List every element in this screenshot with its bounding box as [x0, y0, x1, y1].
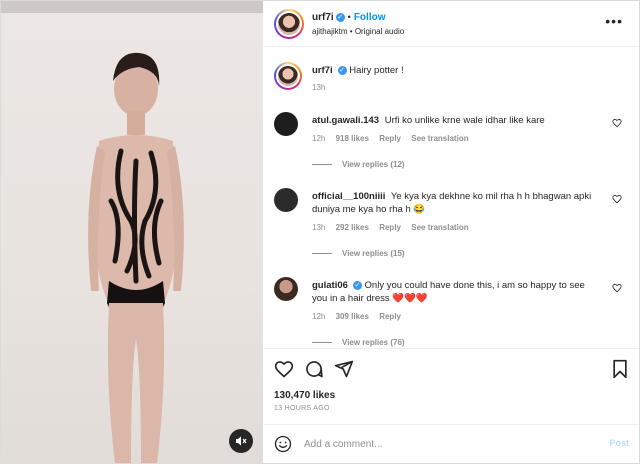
comment-item: official__100niiii Ye kya kya dekhne ko … [274, 188, 624, 238]
view-replies-label: View replies (15) [342, 249, 405, 258]
action-bar [264, 348, 639, 384]
comment-text: Urfi ko unlike krne wale idhar like kare [384, 115, 545, 126]
comment-username[interactable]: official__100niiii [312, 191, 385, 202]
verified-icon: ✓ [335, 13, 345, 23]
comment-time: 12h [312, 312, 326, 321]
paper-plane-icon[interactable] [334, 359, 354, 379]
view-replies-button[interactable]: View replies (76) [312, 338, 405, 347]
comment-time: 13h [312, 223, 326, 232]
speaker-muted-icon [236, 436, 247, 446]
caption-text: Hairy potter ! [349, 65, 404, 76]
caption-time: 13h [312, 83, 326, 92]
like-comment-icon[interactable] [612, 283, 622, 293]
post-photo [88, 52, 184, 463]
reply-button[interactable]: Reply [379, 223, 401, 232]
commenter-avatar[interactable] [274, 188, 298, 212]
heart-icon[interactable] [274, 359, 294, 379]
header-line: urf7i ✓ • Follow [312, 12, 386, 23]
caption: urf7i ✓ Hairy potter ! 13h [274, 62, 624, 102]
like-comment-icon[interactable] [612, 118, 622, 128]
reply-button[interactable]: Reply [379, 312, 401, 321]
more-options-icon[interactable]: ••• [605, 14, 623, 28]
see-translation-button[interactable]: See translation [411, 134, 468, 143]
audio-line[interactable]: ajithajiktm • Original audio [312, 27, 404, 36]
comment-item: atul.gawali.143 Urfi ko unlike krne wale… [274, 112, 624, 152]
comment-username[interactable]: atul.gawali.143 [312, 115, 379, 126]
commenter-avatar[interactable] [274, 277, 298, 301]
see-translation-button[interactable]: See translation [411, 223, 468, 232]
add-comment-input[interactable] [304, 436, 584, 452]
smiley-icon[interactable] [274, 435, 292, 453]
bookmark-icon[interactable] [611, 359, 629, 379]
comment-username[interactable]: gulati06 [312, 280, 348, 291]
comment-item: gulati06 ✓ Only you could have done this,… [274, 277, 624, 327]
view-replies-button[interactable]: View replies (15) [312, 249, 405, 258]
follow-button[interactable]: Follow [354, 12, 386, 23]
comment-icon[interactable] [304, 359, 324, 379]
mute-button[interactable] [229, 429, 253, 453]
comment-likes[interactable]: 918 likes [336, 134, 369, 143]
view-replies-label: View replies (12) [342, 160, 405, 169]
view-replies-label: View replies (76) [342, 338, 405, 347]
separator-dot: • [347, 12, 351, 22]
verified-icon: ✓ [337, 65, 347, 75]
verified-icon: ✓ [352, 280, 362, 290]
comment-likes[interactable]: 309 likes [336, 312, 369, 321]
comments-list[interactable]: urf7i ✓ Hairy potter ! 13h atul.gawali.14… [264, 48, 639, 348]
author-username[interactable]: urf7i [312, 12, 334, 23]
comment-time: 12h [312, 134, 326, 143]
post-header: urf7i ✓ • Follow ajithajiktm • Original aud… [264, 1, 639, 47]
view-replies-button[interactable]: View replies (12) [312, 160, 405, 169]
post-timestamp: 13 HOURS AGO [274, 405, 330, 412]
post-details-panel: urf7i ✓ • Follow ajithajiktm • Original aud… [264, 1, 639, 463]
caption-username[interactable]: urf7i [312, 65, 333, 76]
add-comment-bar: Post [264, 424, 639, 463]
post-media[interactable] [1, 1, 263, 463]
likes-count[interactable]: 130,470 likes [274, 390, 335, 401]
media-top-strip [1, 1, 263, 13]
commenter-avatar[interactable] [274, 112, 298, 136]
like-comment-icon[interactable] [612, 194, 622, 204]
comment-likes[interactable]: 292 likes [336, 223, 369, 232]
author-avatar[interactable] [274, 9, 304, 39]
reply-button[interactable]: Reply [379, 134, 401, 143]
caption-avatar[interactable] [274, 62, 302, 90]
post-button[interactable]: Post [609, 438, 629, 448]
